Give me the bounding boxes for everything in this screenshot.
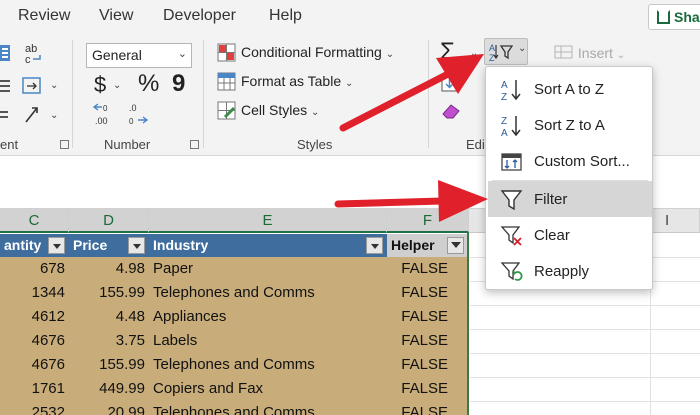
- column-header-i[interactable]: I: [649, 209, 700, 233]
- chevron-down-icon: ⌄: [518, 43, 527, 54]
- custom-sort-icon: [501, 153, 522, 171]
- menu-item-label: Sort Z to A: [534, 117, 605, 134]
- insert-cells-icon: [554, 45, 573, 59]
- gridline: [470, 401, 700, 402]
- svg-text:c: c: [25, 54, 31, 66]
- conditional-formatting-label: Conditional Formatting: [241, 44, 382, 60]
- sort-filter-menu: A Z Sort A to Z Z A Sort Z to A Custom S…: [485, 66, 653, 290]
- share-button[interactable]: Sha: [648, 4, 700, 30]
- alignment-dialog-launcher[interactable]: [60, 140, 69, 149]
- currency-button[interactable]: $: [94, 72, 106, 98]
- menu-item-custom-sort[interactable]: Custom Sort...: [488, 143, 652, 179]
- cell-styles-icon: [217, 101, 236, 120]
- percent-button[interactable]: %: [138, 70, 159, 98]
- menu-item-sort-z-to-a[interactable]: Z A Sort Z to A: [488, 107, 652, 143]
- share-label: Sha: [674, 9, 700, 25]
- number-format-select[interactable]: General ⌄: [86, 43, 192, 68]
- menu-item-filter[interactable]: Filter: [488, 181, 652, 217]
- svg-text:Z: Z: [501, 116, 507, 127]
- text-direction-icon[interactable]: [22, 104, 44, 126]
- sort-filter-icon: A Z: [489, 43, 514, 63]
- number-format-value: General: [92, 47, 142, 63]
- increase-decimal-icon[interactable]: 0 .00: [92, 100, 120, 128]
- clear-filter-icon: [500, 226, 522, 246]
- orientation-dropdown-caret[interactable]: ⌄: [50, 110, 58, 121]
- alignment-group-label: ent: [0, 137, 19, 152]
- cell-styles-button[interactable]: Cell Styles ⌄: [241, 102, 319, 118]
- insert-label: Insert: [577, 45, 613, 61]
- tab-developer[interactable]: Developer: [163, 7, 236, 25]
- svg-text:A: A: [501, 128, 508, 138]
- decrease-decimal-label: .0: [129, 103, 137, 113]
- menu-item-label: Filter: [534, 191, 568, 208]
- svg-text:0: 0: [129, 117, 134, 126]
- gridline: [470, 329, 700, 330]
- share-icon: [657, 10, 670, 24]
- menu-item-label: Sort A to Z: [534, 81, 605, 98]
- menu-item-reapply[interactable]: Reapply: [488, 253, 652, 289]
- column-header-c[interactable]: C: [0, 209, 69, 233]
- column-header-f[interactable]: F: [387, 209, 469, 233]
- gridline: [470, 305, 700, 306]
- sort-z-to-a-icon: Z A: [501, 116, 521, 138]
- menu-item-label: Clear: [534, 227, 570, 244]
- conditional-formatting-button[interactable]: Conditional Formatting ⌄: [241, 44, 394, 60]
- column-header-e[interactable]: E: [149, 209, 387, 233]
- format-as-table-button[interactable]: Format as Table ⌄: [241, 73, 353, 89]
- number-group-label: Number: [104, 137, 151, 152]
- merge-center-icon[interactable]: [0, 44, 14, 62]
- gridline: [470, 377, 700, 378]
- tab-view[interactable]: View: [99, 7, 133, 25]
- tab-review[interactable]: Review: [18, 7, 70, 25]
- menu-item-label: Custom Sort...: [534, 153, 630, 170]
- format-as-table-icon: [217, 72, 236, 91]
- orientation-icon[interactable]: [0, 108, 12, 124]
- cell-styles-label: Cell Styles: [241, 102, 308, 118]
- conditional-formatting-icon: [217, 43, 236, 62]
- menu-item-sort-a-to-z[interactable]: A Z Sort A to Z: [488, 71, 652, 107]
- ribbon-tab-bar: Review View Developer Help Sha: [0, 0, 700, 34]
- comma-style-button[interactable]: 9: [172, 70, 185, 98]
- merge-dropdown-caret[interactable]: ⌄: [50, 80, 58, 91]
- fill-icon[interactable]: [440, 74, 460, 94]
- merge-cells-icon[interactable]: [22, 76, 44, 96]
- currency-dropdown-caret[interactable]: ⌄: [113, 80, 121, 91]
- autosum-dropdown-caret[interactable]: ⌄: [470, 48, 478, 59]
- number-dialog-launcher[interactable]: [190, 140, 199, 149]
- reapply-filter-icon: [500, 262, 523, 281]
- ribbon-separator: [428, 40, 429, 148]
- filter-funnel-icon: [500, 190, 523, 211]
- menu-item-clear[interactable]: Clear: [488, 217, 652, 253]
- menu-item-label: Reapply: [534, 263, 590, 280]
- gridline: [470, 353, 700, 354]
- svg-text:0: 0: [103, 104, 108, 113]
- sort-a-to-z-icon: A Z: [501, 80, 521, 102]
- svg-text:A: A: [489, 43, 495, 53]
- format-as-table-label: Format as Table: [241, 73, 342, 89]
- tab-help[interactable]: Help: [269, 7, 302, 25]
- insert-button[interactable]: Insert ⌄: [554, 44, 625, 61]
- autosum-button[interactable]: Σ: [440, 38, 455, 66]
- svg-text:A: A: [501, 80, 508, 91]
- clear-eraser-icon[interactable]: [440, 100, 462, 120]
- ribbon-separator: [203, 40, 204, 148]
- sort-filter-button[interactable]: A Z ⌄: [484, 38, 528, 65]
- svg-text:Z: Z: [501, 92, 507, 102]
- chevron-down-icon: ⌄: [177, 48, 187, 60]
- column-header-d[interactable]: D: [69, 209, 149, 233]
- selection-border: [0, 233, 469, 415]
- wrap-text-icon[interactable]: ab c: [22, 42, 44, 66]
- decrease-decimal-icon[interactable]: .0 0: [126, 100, 154, 128]
- svg-text:Z: Z: [489, 53, 495, 63]
- styles-group-label: Styles: [297, 137, 333, 152]
- ribbon-separator: [72, 40, 73, 148]
- indent-icon[interactable]: [0, 78, 14, 94]
- increase-decimal-label: .00: [95, 116, 108, 126]
